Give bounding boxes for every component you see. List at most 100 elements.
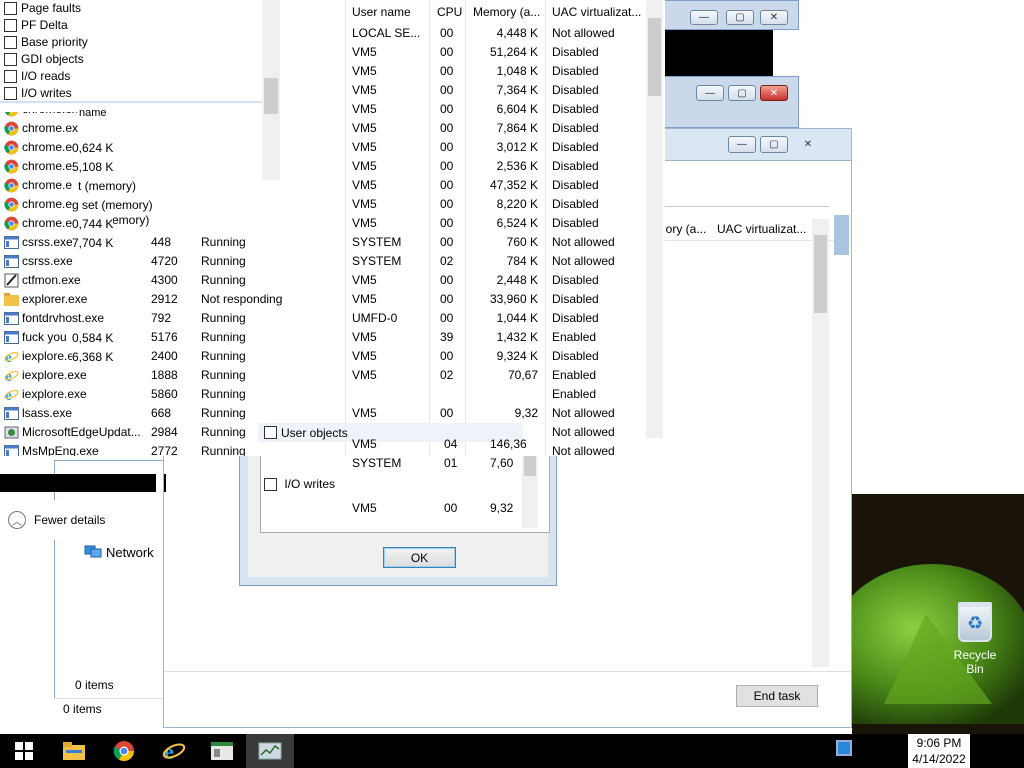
process-status: Running xyxy=(201,330,246,344)
process-row[interactable]: explorer.exe 2912 Not responding VM5 00 33,96… xyxy=(0,290,650,309)
ghost-text: 0,624 K xyxy=(72,141,114,155)
process-cpu: 00 xyxy=(440,102,454,116)
process-memory: 6,524 K xyxy=(496,216,538,230)
window-caption-2: — ▢ ✕ xyxy=(663,76,799,128)
taskbar-task-manager[interactable] xyxy=(246,734,294,768)
process-user: SYSTEM xyxy=(352,254,402,268)
process-row[interactable]: ctfmon.exe 4300 Running VM5 00 2,448 K Disable… xyxy=(0,271,650,290)
process-row[interactable]: fontdrvhost.exe 792 Running UMFD-0 00 1,044 K… xyxy=(0,309,650,328)
process-name: chrome.ex xyxy=(22,121,79,135)
process-status: Running xyxy=(201,444,246,456)
process-user: VM5 xyxy=(352,368,377,382)
start-button[interactable] xyxy=(0,734,48,768)
process-pid: 668 xyxy=(151,406,172,420)
process-icon xyxy=(4,407,19,420)
minimize-button[interactable]: — xyxy=(690,10,718,25)
nav-item-network[interactable]: Network xyxy=(84,545,154,560)
process-row[interactable]: e iexplore.exe 5860 Running Enabled xyxy=(0,385,650,404)
column-header-cpu[interactable]: CPU xyxy=(437,0,462,24)
taskbar-chrome[interactable] xyxy=(100,734,148,768)
column-option-checkbox[interactable] xyxy=(4,70,17,84)
process-status: Running xyxy=(201,273,246,287)
process-uac: Enabled xyxy=(552,387,597,401)
process-uac: Disabled xyxy=(552,178,599,192)
io-writes-checkbox[interactable] xyxy=(264,478,277,492)
process-row[interactable]: csrss.exe 4720 Running SYSTEM 02 784 K Not all… xyxy=(0,252,650,271)
column-option[interactable]: I/O writes xyxy=(4,85,72,102)
taskbar-clock[interactable]: 9:06 PM 4/14/2022 xyxy=(908,734,970,768)
minimize-button[interactable]: — xyxy=(728,136,756,153)
process-uac: Not allowed xyxy=(552,425,615,439)
column-option[interactable]: Page faults xyxy=(4,0,81,17)
column-header-memory[interactable]: Memory (a... xyxy=(473,0,540,24)
process-name: explorer.exe xyxy=(22,292,88,306)
maximize-button[interactable]: ▢ xyxy=(728,85,756,101)
process-uac: Disabled xyxy=(552,311,599,325)
process-name: chrome.e xyxy=(22,216,73,230)
process-row[interactable]: MsMpEng.exe 2772 Running Not allowed xyxy=(0,442,650,456)
taskbar-internet-explorer[interactable]: e xyxy=(150,734,198,768)
ghost-text: 7,704 K xyxy=(72,236,114,250)
items-count: 0 items xyxy=(75,678,114,692)
process-status: Running xyxy=(201,311,246,325)
close-button[interactable]: ✕ xyxy=(794,136,822,153)
process-uac: Enabled xyxy=(552,368,597,382)
column-header-uac[interactable]: UAC virtualizat... xyxy=(717,222,806,236)
column-header-uac[interactable]: UAC virtualizat... xyxy=(552,0,641,24)
maximize-button[interactable]: ▢ xyxy=(726,10,754,25)
fewer-details-button[interactable]: ︿ Fewer details xyxy=(0,500,156,540)
process-uac: Enabled xyxy=(552,330,597,344)
process-row[interactable]: chrome.ex VM5 00 7,864 K Disabled xyxy=(0,119,650,138)
column-option-checkbox[interactable] xyxy=(4,2,17,16)
process-memory: 1,048 K xyxy=(496,64,538,78)
process-row[interactable]: lsass.exe 668 Running VM5 00 9,32 Not allowed xyxy=(0,404,650,423)
column-option-label: Page faults xyxy=(21,1,82,15)
column-option[interactable]: Base priority xyxy=(4,34,88,51)
row-memory: 7,60 xyxy=(490,456,514,470)
column-option[interactable]: GDI objects xyxy=(4,51,84,68)
recycle-bin-icon xyxy=(958,602,992,642)
process-uac: Not allowed xyxy=(552,235,615,249)
row-cpu: 01 xyxy=(444,456,458,470)
window-caption-1: — ▢ ✕ xyxy=(663,0,799,30)
end-task-button[interactable]: End task xyxy=(736,685,818,707)
column-option-checkbox[interactable] xyxy=(4,87,17,101)
taskbar: e xyxy=(0,734,1024,768)
column-option-label: GDI objects xyxy=(21,52,84,66)
maximize-button[interactable]: ▢ xyxy=(760,136,788,153)
column-option-checkbox[interactable] xyxy=(4,53,17,67)
user-objects-checkbox[interactable] xyxy=(264,426,277,439)
column-option-checkbox[interactable] xyxy=(4,36,17,50)
process-name: lsass.exe xyxy=(22,406,73,420)
taskbar-app[interactable] xyxy=(198,734,246,768)
dialog-row: VM5 04 146,36 xyxy=(352,437,527,455)
column-option[interactable]: PF Delta xyxy=(4,17,68,34)
minimize-button[interactable]: — xyxy=(696,85,724,101)
process-memory: 70,67 xyxy=(507,368,538,382)
column-option-checkbox[interactable] xyxy=(4,19,17,33)
process-cpu: 00 xyxy=(440,83,454,97)
ie-icon: e xyxy=(4,350,19,364)
option-io-writes[interactable]: I/O writes xyxy=(264,477,335,492)
process-memory: 2,536 K xyxy=(496,159,538,173)
vertical-scrollbar[interactable] xyxy=(812,219,829,667)
close-button[interactable]: ✕ xyxy=(760,85,788,101)
taskbar-file-explorer[interactable] xyxy=(50,734,98,768)
process-uac: Disabled xyxy=(552,140,599,154)
process-user: VM5 xyxy=(352,330,377,344)
ok-button[interactable]: OK xyxy=(383,547,456,568)
close-button[interactable]: ✕ xyxy=(760,10,788,25)
process-cpu: 00 xyxy=(440,311,454,325)
ghost-text: 5,108 K xyxy=(72,160,114,174)
recycle-bin-shortcut[interactable]: Recycle Bin xyxy=(944,602,1006,676)
notification-icon[interactable] xyxy=(836,740,852,756)
recycle-bin-label: Recycle Bin xyxy=(953,648,997,676)
process-user: VM5 xyxy=(352,45,377,59)
process-memory: 1,432 K xyxy=(496,330,538,344)
column-header-user[interactable]: User name xyxy=(352,0,411,24)
process-name: ctfmon.exe xyxy=(22,273,81,287)
dialog-row: SYSTEM 01 7,60 xyxy=(352,456,522,474)
column-option[interactable]: I/O reads xyxy=(4,68,70,85)
process-row[interactable]: e iexplore.exe 1888 Running VM5 02 70,67 Enable… xyxy=(0,366,650,385)
process-user: VM5 xyxy=(352,64,377,78)
